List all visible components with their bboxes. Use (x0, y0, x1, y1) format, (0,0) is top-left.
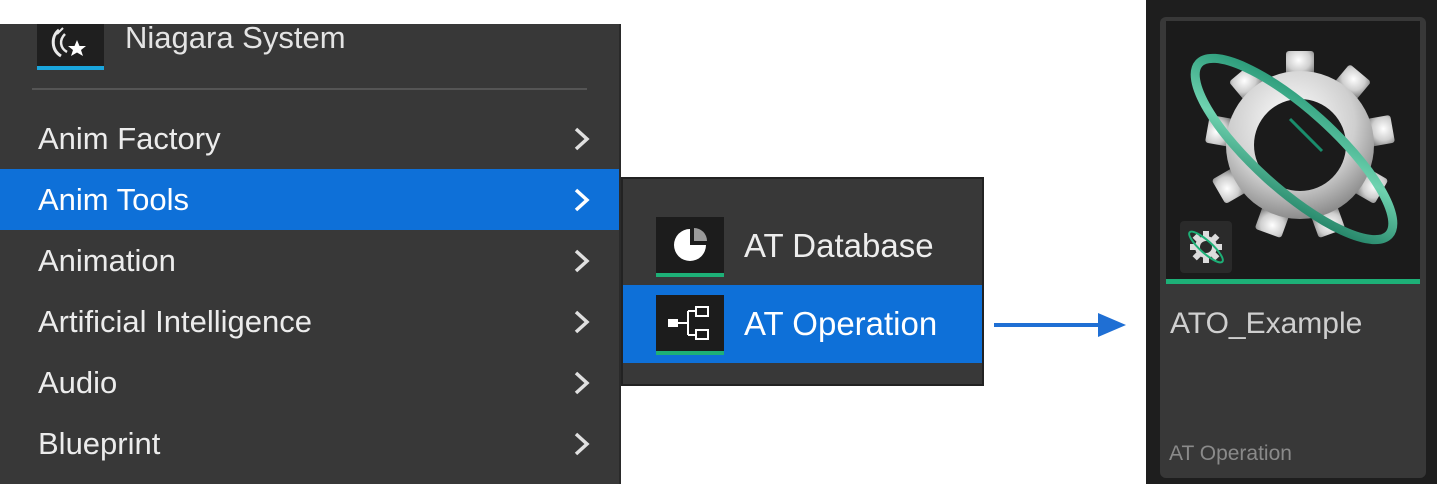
pie-chart-icon (656, 217, 724, 277)
menu-separator (32, 88, 587, 90)
menu-item-label: Blueprint (38, 426, 161, 461)
gear-orbit-icon (1166, 21, 1420, 279)
chevron-right-icon (574, 310, 590, 334)
menu-item-label: Niagara System (125, 20, 346, 55)
asset-type-stripe (1166, 279, 1420, 284)
node-graph-icon (656, 295, 724, 355)
arrow-right-icon (994, 313, 1126, 337)
gear-badge-icon (1180, 221, 1232, 273)
menu-item-niagara-system[interactable]: Niagara System (0, 20, 619, 70)
chevron-right-icon (574, 188, 590, 212)
context-menu: Niagara System Anim Factory Anim Tools A… (0, 20, 621, 484)
menu-item-anim-tools[interactable]: Anim Tools (0, 169, 619, 230)
anim-tools-submenu: AT Database AT Operation (621, 177, 984, 386)
submenu-item-at-database[interactable]: AT Database (623, 207, 982, 285)
menu-item-audio[interactable]: Audio (0, 352, 619, 413)
menu-item-label: Anim Factory (38, 121, 221, 156)
chevron-right-icon (574, 127, 590, 151)
screenshot-stage: Niagara System Anim Factory Anim Tools A… (0, 0, 1437, 484)
menu-item-anim-factory[interactable]: Anim Factory (0, 108, 619, 169)
chevron-right-icon (574, 249, 590, 273)
submenu-item-label: AT Operation (744, 305, 938, 342)
menu-item-artificial-intelligence[interactable]: Artificial Intelligence (0, 291, 619, 352)
menu-item-label: Audio (38, 365, 118, 400)
chevron-right-icon (574, 371, 590, 395)
niagara-system-icon (37, 24, 104, 70)
menu-item-label: Anim Tools (38, 182, 190, 217)
menu-item-animation[interactable]: Animation (0, 230, 619, 291)
chevron-right-icon (574, 432, 590, 456)
asset-type-label: AT Operation (1169, 442, 1292, 465)
menu-item-label: Animation (38, 243, 176, 278)
asset-name: ATO_Example (1170, 307, 1363, 340)
asset-tile[interactable]: ATO_Example AT Operation (1160, 17, 1426, 478)
menu-item-label: Artificial Intelligence (38, 304, 312, 339)
submenu-item-at-operation[interactable]: AT Operation (623, 285, 982, 363)
submenu-item-label: AT Database (744, 227, 934, 264)
menu-item-blueprint[interactable]: Blueprint (0, 413, 619, 474)
